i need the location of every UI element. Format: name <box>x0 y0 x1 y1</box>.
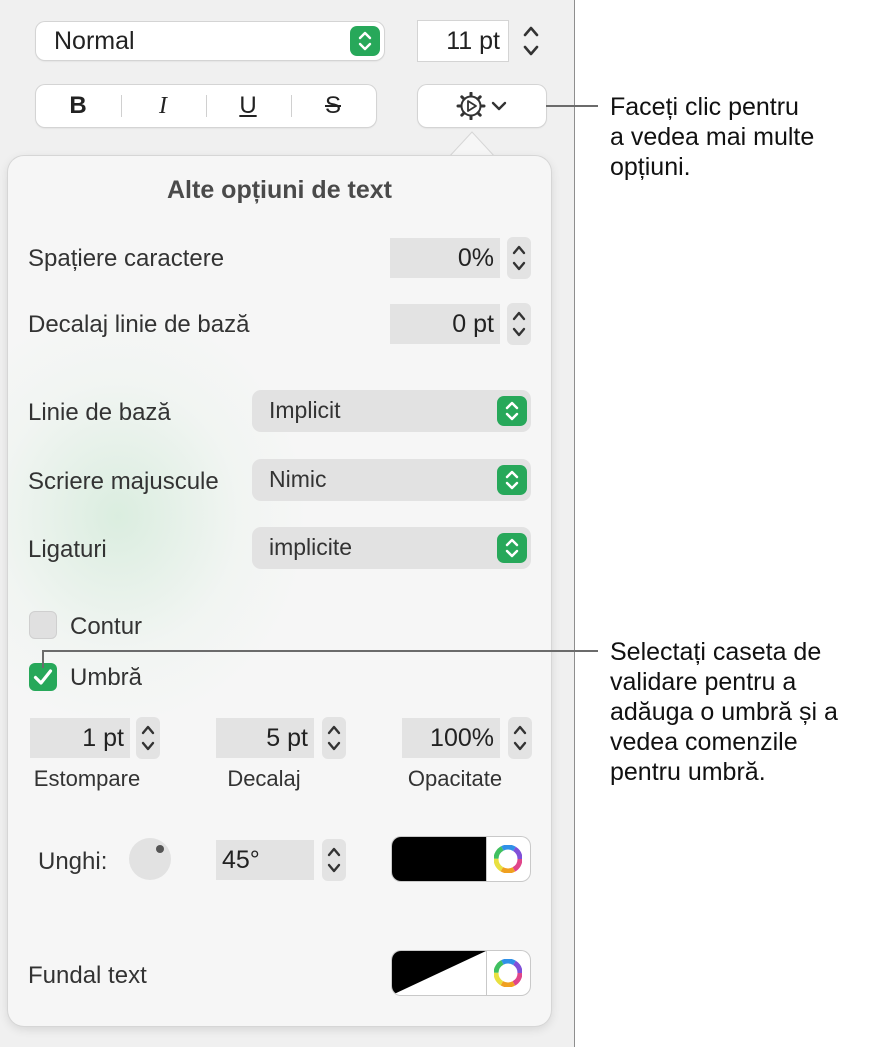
shadow-opacity-stepper[interactable] <box>507 716 533 760</box>
font-size-field[interactable]: 11 pt <box>418 21 508 61</box>
capitalization-popup[interactable]: Nimic <box>252 459 531 501</box>
divider <box>486 837 487 881</box>
callout-line-text: adăuga o umbră și a <box>610 698 838 726</box>
callout-line-text: opțiuni. <box>610 153 691 181</box>
more-text-options-popover: Alte opțiuni de text Spațiere caractere … <box>8 156 551 1026</box>
shadow-blur-stepper[interactable] <box>135 716 161 760</box>
callout-line-text: Faceți clic pentru <box>610 93 799 121</box>
text-background-color-well[interactable] <box>392 951 530 995</box>
divider <box>486 951 487 995</box>
underline-button[interactable]: U <box>206 85 290 127</box>
callout-line-text: validare pentru a <box>610 668 797 696</box>
angle-field[interactable]: 45° <box>216 840 314 880</box>
shadow-opacity-field[interactable]: 100% <box>402 718 500 758</box>
strikethrough-button[interactable]: S <box>291 85 375 127</box>
color-wheel-icon[interactable] <box>494 845 522 873</box>
bold-button[interactable]: B <box>36 85 120 127</box>
chevron-down-icon <box>491 101 507 111</box>
no-fill-swatch <box>392 951 486 995</box>
angle-stepper[interactable] <box>321 838 347 882</box>
shadow-opacity-label: Opacitate <box>407 766 503 791</box>
shadow-color-well[interactable] <box>392 837 530 881</box>
font-size-value: 11 pt <box>446 27 500 55</box>
popup-chevron-icon <box>497 533 527 563</box>
popup-chevron-icon <box>350 26 380 56</box>
popover-arrow <box>440 131 500 158</box>
gear-icon <box>456 92 486 120</box>
character-spacing-label: Spațiere caractere <box>28 245 225 272</box>
callout-line-text: a vedea mai multe <box>610 123 815 151</box>
callout-line-text: pentru umbră. <box>610 758 766 786</box>
callout-line <box>42 650 44 668</box>
shadow-offset-stepper[interactable] <box>321 716 347 760</box>
text-background-label: Fundal text <box>28 962 147 989</box>
ligatures-popup[interactable]: implicite <box>252 527 531 569</box>
baseline-popup[interactable]: Implicit <box>252 390 531 432</box>
character-spacing-stepper[interactable] <box>506 236 532 280</box>
font-size-stepper[interactable] <box>516 18 546 64</box>
baseline-shift-label: Decalaj linie de bază <box>28 311 250 338</box>
paragraph-style-value: Normal <box>54 27 135 55</box>
outline-checkbox[interactable] <box>29 611 57 639</box>
baseline-label: Linie de bază <box>28 399 171 426</box>
color-wheel-icon[interactable] <box>494 959 522 987</box>
callout-more-options: Faceți clic pentru a vedea mai multe opț… <box>610 92 870 182</box>
callout-line-text: Selectați caseta de <box>610 638 822 666</box>
shadow-blur-field[interactable]: 1 pt <box>30 718 130 758</box>
angle-label: Unghi: <box>38 848 108 875</box>
shadow-label: Umbră <box>70 664 143 691</box>
baseline-shift-field[interactable]: 0 pt <box>390 304 500 344</box>
shadow-color-swatch <box>392 837 486 881</box>
popup-chevron-icon <box>497 396 527 426</box>
shadow-blur-label: Estompare <box>33 766 141 791</box>
capitalization-label: Scriere majuscule <box>28 468 219 495</box>
ligatures-value: implicite <box>269 534 353 560</box>
text-format-buttons: B I U S <box>36 85 376 127</box>
advanced-options-button[interactable] <box>418 85 546 127</box>
baseline-shift-stepper[interactable] <box>506 302 532 346</box>
outline-label: Contur <box>70 613 143 640</box>
callout-line <box>42 650 598 652</box>
ligatures-label: Ligaturi <box>28 536 107 563</box>
shadow-offset-field[interactable]: 5 pt <box>216 718 314 758</box>
callout-line <box>546 105 598 107</box>
character-spacing-field[interactable]: 0% <box>390 238 500 278</box>
shadow-offset-label: Decalaj <box>227 766 301 791</box>
popover-title: Alte opțiuni de text <box>167 176 392 204</box>
baseline-value: Implicit <box>269 397 341 423</box>
callout-line-text: vedea comenzile <box>610 728 798 756</box>
popup-chevron-icon <box>497 465 527 495</box>
angle-dial[interactable] <box>128 837 172 881</box>
italic-button[interactable]: I <box>121 85 205 127</box>
format-inspector: Normal 11 pt B I U S Alte opțiuni de tex… <box>0 0 575 1047</box>
capitalization-value: Nimic <box>269 466 327 492</box>
paragraph-style-select[interactable]: Normal <box>36 22 384 60</box>
callout-shadow: Selectați caseta de validare pentru a ad… <box>610 637 872 787</box>
